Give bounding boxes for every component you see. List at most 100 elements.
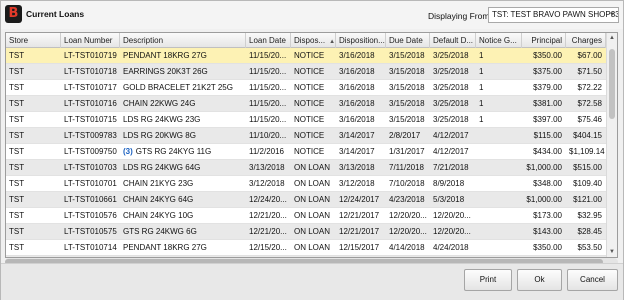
cell-text: $173.00 bbox=[533, 211, 562, 220]
table-row[interactable]: TST LT-TST010703 LDS RG 24KWG 64G 3/13/2018… bbox=[6, 160, 606, 176]
cell-text: $28.45 bbox=[577, 227, 602, 236]
cell-text: ON LOAN bbox=[294, 195, 331, 204]
cell-text: $1,000.00 bbox=[526, 195, 562, 204]
cell-loan-date: 12/21/20... bbox=[246, 224, 291, 240]
cell-principal: $115.00 bbox=[522, 128, 566, 144]
cell-disposition-date: 3/12/2018 bbox=[336, 176, 386, 192]
column-header-store[interactable]: Store bbox=[6, 33, 61, 48]
cell-principal: $375.00 bbox=[522, 64, 566, 80]
cell-default-date: 12/20/20... bbox=[430, 224, 476, 240]
cell-notice-given bbox=[476, 240, 522, 256]
cell-text: NOTICE bbox=[294, 83, 325, 92]
cell-text: 3/16/2018 bbox=[339, 99, 375, 108]
vertical-scroll-thumb[interactable] bbox=[609, 49, 615, 119]
cell-text: LDS RG 24KWG 23G bbox=[123, 115, 201, 124]
column-header-principal[interactable]: Principal bbox=[522, 33, 566, 48]
cell-text: 7/10/2018 bbox=[389, 179, 425, 188]
cancel-button[interactable]: Cancel bbox=[567, 269, 618, 291]
cell-text: $404.15 bbox=[573, 131, 602, 140]
cell-text: 1 bbox=[479, 115, 484, 124]
cell-text: 3/25/2018 bbox=[433, 51, 469, 60]
table-row[interactable]: TST LT-TST010716 CHAIN 22KWG 24G 11/15/20..… bbox=[6, 96, 606, 112]
cell-loan-number: LT-TST010714 bbox=[61, 240, 120, 256]
cell-text: 3/15/2018 bbox=[389, 83, 425, 92]
table-row[interactable]: TST LT-TST009750 (3) GTS RG 24KYG 11G 11/2/2… bbox=[6, 144, 606, 160]
cell-text: 3/25/2018 bbox=[433, 115, 469, 124]
item-count-badge[interactable]: (3) bbox=[123, 147, 133, 156]
table-row[interactable]: TST LT-TST010661 CHAIN 24KYG 64G 12/24/20..… bbox=[6, 192, 606, 208]
table-row[interactable]: TST LT-TST010701 CHAIN 21KYG 23G 3/12/2018 O… bbox=[6, 176, 606, 192]
print-button[interactable]: Print bbox=[464, 269, 512, 291]
column-header-charges[interactable]: Charges bbox=[566, 33, 606, 48]
cell-due-date: 7/10/2018 bbox=[386, 176, 430, 192]
loans-table: Store Loan Number Description Loan Date Disp… bbox=[5, 32, 618, 258]
cell-text: $350.00 bbox=[533, 243, 562, 252]
table-row[interactable]: TST LT-TST010719 PENDANT 18KRG 27G 11/15/20… bbox=[6, 48, 606, 64]
cell-text: LT-TST009750 bbox=[64, 147, 117, 156]
cell-text: 12/20/20... bbox=[433, 211, 471, 220]
cell-notice-given: 1 bbox=[476, 48, 522, 64]
cell-due-date: 3/15/2018 bbox=[386, 64, 430, 80]
cell-default-date: 3/25/2018 bbox=[430, 48, 476, 64]
column-header-disposition-date[interactable]: Disposition... bbox=[336, 33, 386, 48]
column-header-loan-number[interactable]: Loan Number bbox=[61, 33, 120, 48]
cell-text: PENDANT 18KRG 27G bbox=[123, 243, 207, 252]
cell-text: $32.95 bbox=[577, 211, 602, 220]
cell-text: LDS RG 24KWG 64G bbox=[123, 163, 201, 172]
cell-text: 12/20/20... bbox=[433, 227, 471, 236]
cell-text: $143.00 bbox=[533, 227, 562, 236]
cell-disposition-date: 12/24/2017 bbox=[336, 192, 386, 208]
cell-description: LDS RG 24KWG 64G bbox=[120, 160, 246, 176]
cell-default-date: 4/24/2018 bbox=[430, 240, 476, 256]
cell-notice-given: 1 bbox=[476, 80, 522, 96]
cell-disposition-date: 3/14/2017 bbox=[336, 128, 386, 144]
column-header-disposition[interactable]: Dispos... ▲ bbox=[291, 33, 336, 48]
table-row[interactable]: TST LT-TST010576 CHAIN 24KYG 10G 12/21/20..… bbox=[6, 208, 606, 224]
cell-loan-date: 11/15/20... bbox=[246, 64, 291, 80]
cell-store: TST bbox=[6, 144, 61, 160]
cell-principal: $434.00 bbox=[522, 144, 566, 160]
cell-text: $121.00 bbox=[573, 195, 602, 204]
store-select[interactable]: TST: TEST BRAVO PAWN SHOP33 ▼ bbox=[488, 7, 619, 23]
column-header-due-date[interactable]: Due Date bbox=[386, 33, 430, 48]
cell-loan-number: LT-TST010716 bbox=[61, 96, 120, 112]
vertical-scrollbar[interactable]: ▲ ▼ bbox=[606, 33, 617, 257]
scroll-up-icon[interactable]: ▲ bbox=[609, 35, 615, 41]
cell-text: TST bbox=[9, 51, 25, 60]
column-header-default-date[interactable]: Default D... bbox=[430, 33, 476, 48]
cell-disposition: NOTICE bbox=[291, 144, 336, 160]
cell-description: PENDANT 18KRG 27G bbox=[120, 48, 246, 64]
cell-principal: $1,000.00 bbox=[522, 192, 566, 208]
table-row[interactable]: TST LT-TST010575 GTS RG 24KWG 6G 12/21/20..… bbox=[6, 224, 606, 240]
cell-notice-given bbox=[476, 192, 522, 208]
cell-loan-date: 12/24/20... bbox=[246, 192, 291, 208]
column-header-notice-given[interactable]: Notice G... bbox=[476, 33, 522, 48]
store-select-value: TST: TEST BRAVO PAWN SHOP33 bbox=[492, 10, 619, 19]
cell-store: TST bbox=[6, 224, 61, 240]
column-header-label: Due Date bbox=[389, 36, 423, 45]
cell-principal: $381.00 bbox=[522, 96, 566, 112]
column-header-label: Loan Date bbox=[249, 36, 286, 45]
cell-text: 4/24/2018 bbox=[433, 243, 469, 252]
cell-text: 3/14/2017 bbox=[339, 131, 375, 140]
cell-due-date: 4/14/2018 bbox=[386, 240, 430, 256]
table-row[interactable]: TST LT-TST010717 GOLD BRACELET 21K2T 25G 11… bbox=[6, 80, 606, 96]
cell-text: 4/14/2018 bbox=[389, 243, 425, 252]
column-header-loan-date[interactable]: Loan Date bbox=[246, 33, 291, 48]
cell-store: TST bbox=[6, 96, 61, 112]
column-header-label: Description bbox=[123, 36, 164, 45]
scroll-down-icon[interactable]: ▼ bbox=[609, 249, 615, 255]
ok-button[interactable]: Ok bbox=[517, 269, 562, 291]
table-row[interactable]: TST LT-TST010714 PENDANT 18KRG 27G 12/15/20… bbox=[6, 240, 606, 256]
cell-text: 3/12/2018 bbox=[339, 179, 375, 188]
cell-disposition: NOTICE bbox=[291, 128, 336, 144]
cell-text: NOTICE bbox=[294, 67, 325, 76]
cell-disposition: ON LOAN bbox=[291, 240, 336, 256]
cell-text: 3/16/2018 bbox=[339, 67, 375, 76]
table-row[interactable]: TST LT-TST010715 LDS RG 24KWG 23G 11/15/20.… bbox=[6, 112, 606, 128]
column-header-description[interactable]: Description bbox=[120, 33, 246, 48]
table-row[interactable]: TST LT-TST010718 EARRINGS 20K3T 26G 11/15/2… bbox=[6, 64, 606, 80]
cell-disposition-date: 3/16/2018 bbox=[336, 80, 386, 96]
table-row[interactable]: TST LT-TST009783 LDS RG 20KWG 8G 11/10/20..… bbox=[6, 128, 606, 144]
cell-text: TST bbox=[9, 227, 25, 236]
